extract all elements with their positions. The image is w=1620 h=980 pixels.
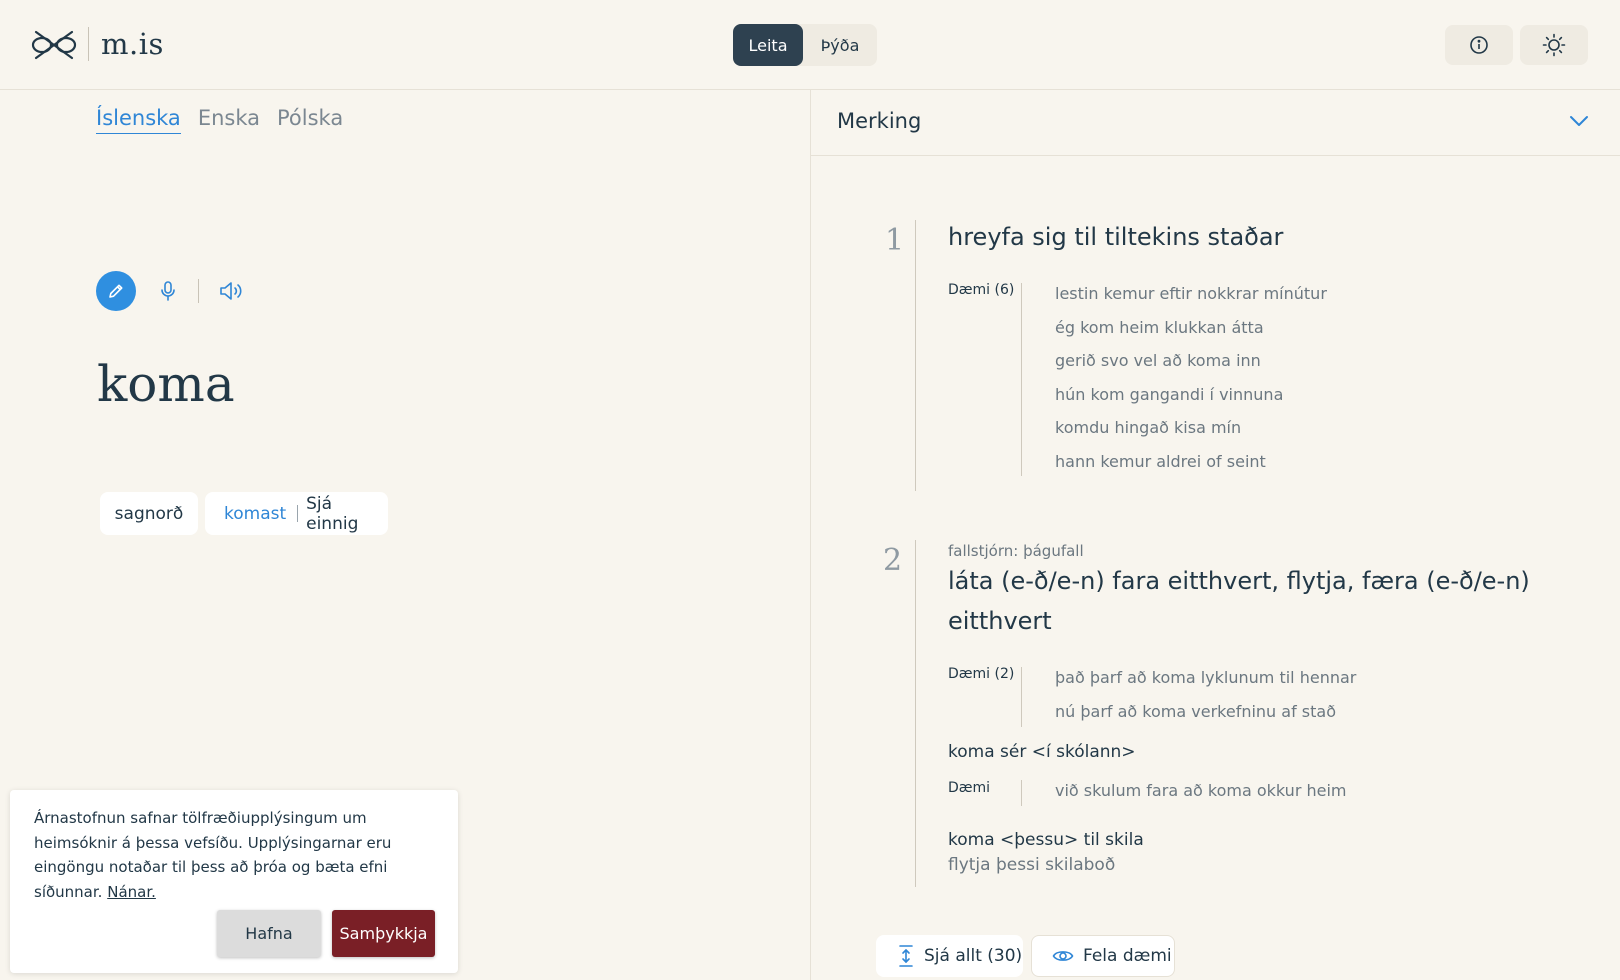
phrase-heading: koma sér <í skólann> bbox=[948, 742, 1136, 762]
example-item: það þarf að koma lyklunum til hennar bbox=[1055, 668, 1357, 687]
sun-icon bbox=[1542, 33, 1566, 57]
decline-button[interactable]: Hafna bbox=[217, 910, 321, 957]
headword: koma bbox=[97, 355, 235, 413]
mode-translate-button[interactable]: Þýða bbox=[803, 24, 877, 66]
sense-divider bbox=[915, 220, 916, 491]
mode-search-button[interactable]: Leita bbox=[733, 24, 803, 66]
example-item: lestin kemur eftir nokkrar mínútur bbox=[1055, 284, 1327, 303]
hide-examples-button[interactable]: Fela dæmi bbox=[1031, 935, 1175, 977]
info-icon bbox=[1470, 36, 1488, 54]
sense-number: 2 bbox=[883, 543, 903, 578]
microphone-button[interactable] bbox=[156, 276, 180, 306]
tool-divider bbox=[198, 279, 199, 303]
knot-logo-icon bbox=[31, 30, 77, 60]
examples-divider bbox=[1021, 283, 1022, 476]
example-item: nú þarf að koma verkefninu af stað bbox=[1055, 702, 1337, 721]
info-button[interactable] bbox=[1445, 25, 1513, 65]
tab-icelandic[interactable]: Íslenska bbox=[96, 106, 181, 134]
meaning-panel: Merking 1 hreyfa sig til tiltekins staða… bbox=[810, 90, 1620, 980]
phrase-heading: koma <þessu> til skila bbox=[948, 830, 1144, 850]
site-logo[interactable]: m.is bbox=[30, 24, 164, 64]
see-also-link[interactable]: komast bbox=[224, 504, 286, 524]
see-all-label: Sjá allt (30) bbox=[924, 946, 1023, 966]
edit-button[interactable] bbox=[96, 271, 136, 311]
sense-definition: hreyfa sig til tiltekins staðar bbox=[948, 223, 1284, 251]
accept-button[interactable]: Samþykkja bbox=[332, 910, 435, 957]
sense-divider bbox=[915, 540, 916, 887]
logo-divider bbox=[88, 27, 89, 61]
input-tools bbox=[96, 271, 248, 311]
logo-text: m.is bbox=[101, 27, 164, 61]
see-also-label: Sjá einnig bbox=[306, 493, 359, 534]
language-tabs: Íslenska Enska Pólska bbox=[96, 106, 343, 134]
speaker-icon bbox=[220, 282, 242, 300]
example-item: gerið svo vel að koma inn bbox=[1055, 351, 1261, 370]
tab-english[interactable]: Enska bbox=[198, 106, 260, 134]
cookie-message: Árnastofnun safnar tölfræðiupplýsingum u… bbox=[34, 809, 392, 901]
tab-polish[interactable]: Pólska bbox=[277, 106, 343, 134]
pencil-icon bbox=[109, 284, 123, 298]
example-item: hún kom gangandi í vinnuna bbox=[1055, 385, 1284, 404]
eye-icon bbox=[1052, 951, 1074, 961]
part-of-speech-badge: sagnorð bbox=[100, 492, 198, 535]
examples-label: Dæmi (2) bbox=[948, 666, 1015, 682]
microphone-icon bbox=[161, 281, 175, 301]
chevron-down-icon bbox=[1570, 116, 1588, 126]
sense-definition: láta (e-ð/e-n) fara eitthvert, flytja, f… bbox=[948, 567, 1530, 635]
mode-toggle: Leita Þýða bbox=[733, 24, 877, 66]
phrase-definition: flytja þessi skilaboð bbox=[948, 855, 1116, 875]
theme-toggle-button[interactable] bbox=[1520, 25, 1588, 65]
section-title: Merking bbox=[837, 109, 922, 133]
meaning-section-header[interactable]: Merking bbox=[811, 90, 1620, 156]
speaker-button[interactable] bbox=[218, 276, 248, 306]
cookie-text: Árnastofnun safnar tölfræðiupplýsingum u… bbox=[34, 806, 439, 904]
top-header: m.is Leita Þýða bbox=[0, 0, 1620, 90]
examples-divider bbox=[1021, 667, 1022, 727]
hide-examples-label: Fela dæmi bbox=[1083, 946, 1172, 966]
chip-divider bbox=[297, 505, 299, 522]
case-governance-note: fallstjórn: þágufall bbox=[948, 542, 1084, 560]
cookie-more-link[interactable]: Nánar. bbox=[107, 883, 156, 901]
expand-vertical-icon bbox=[899, 945, 913, 967]
example-item: komdu hingað kisa mín bbox=[1055, 418, 1242, 437]
example-item: hann kemur aldrei of seint bbox=[1055, 452, 1266, 471]
example-item: við skulum fara að koma okkur heim bbox=[1055, 781, 1347, 800]
examples-label: Dæmi bbox=[948, 780, 991, 796]
see-all-button[interactable]: Sjá allt (30) bbox=[876, 935, 1023, 977]
cookie-banner: Árnastofnun safnar tölfræðiupplýsingum u… bbox=[10, 790, 458, 973]
examples-divider bbox=[1021, 780, 1022, 806]
sense-number: 1 bbox=[885, 223, 905, 258]
examples-label: Dæmi (6) bbox=[948, 282, 1015, 298]
see-also-chip: komast Sjá einnig bbox=[205, 492, 388, 535]
example-item: ég kom heim klukkan átta bbox=[1055, 318, 1264, 337]
